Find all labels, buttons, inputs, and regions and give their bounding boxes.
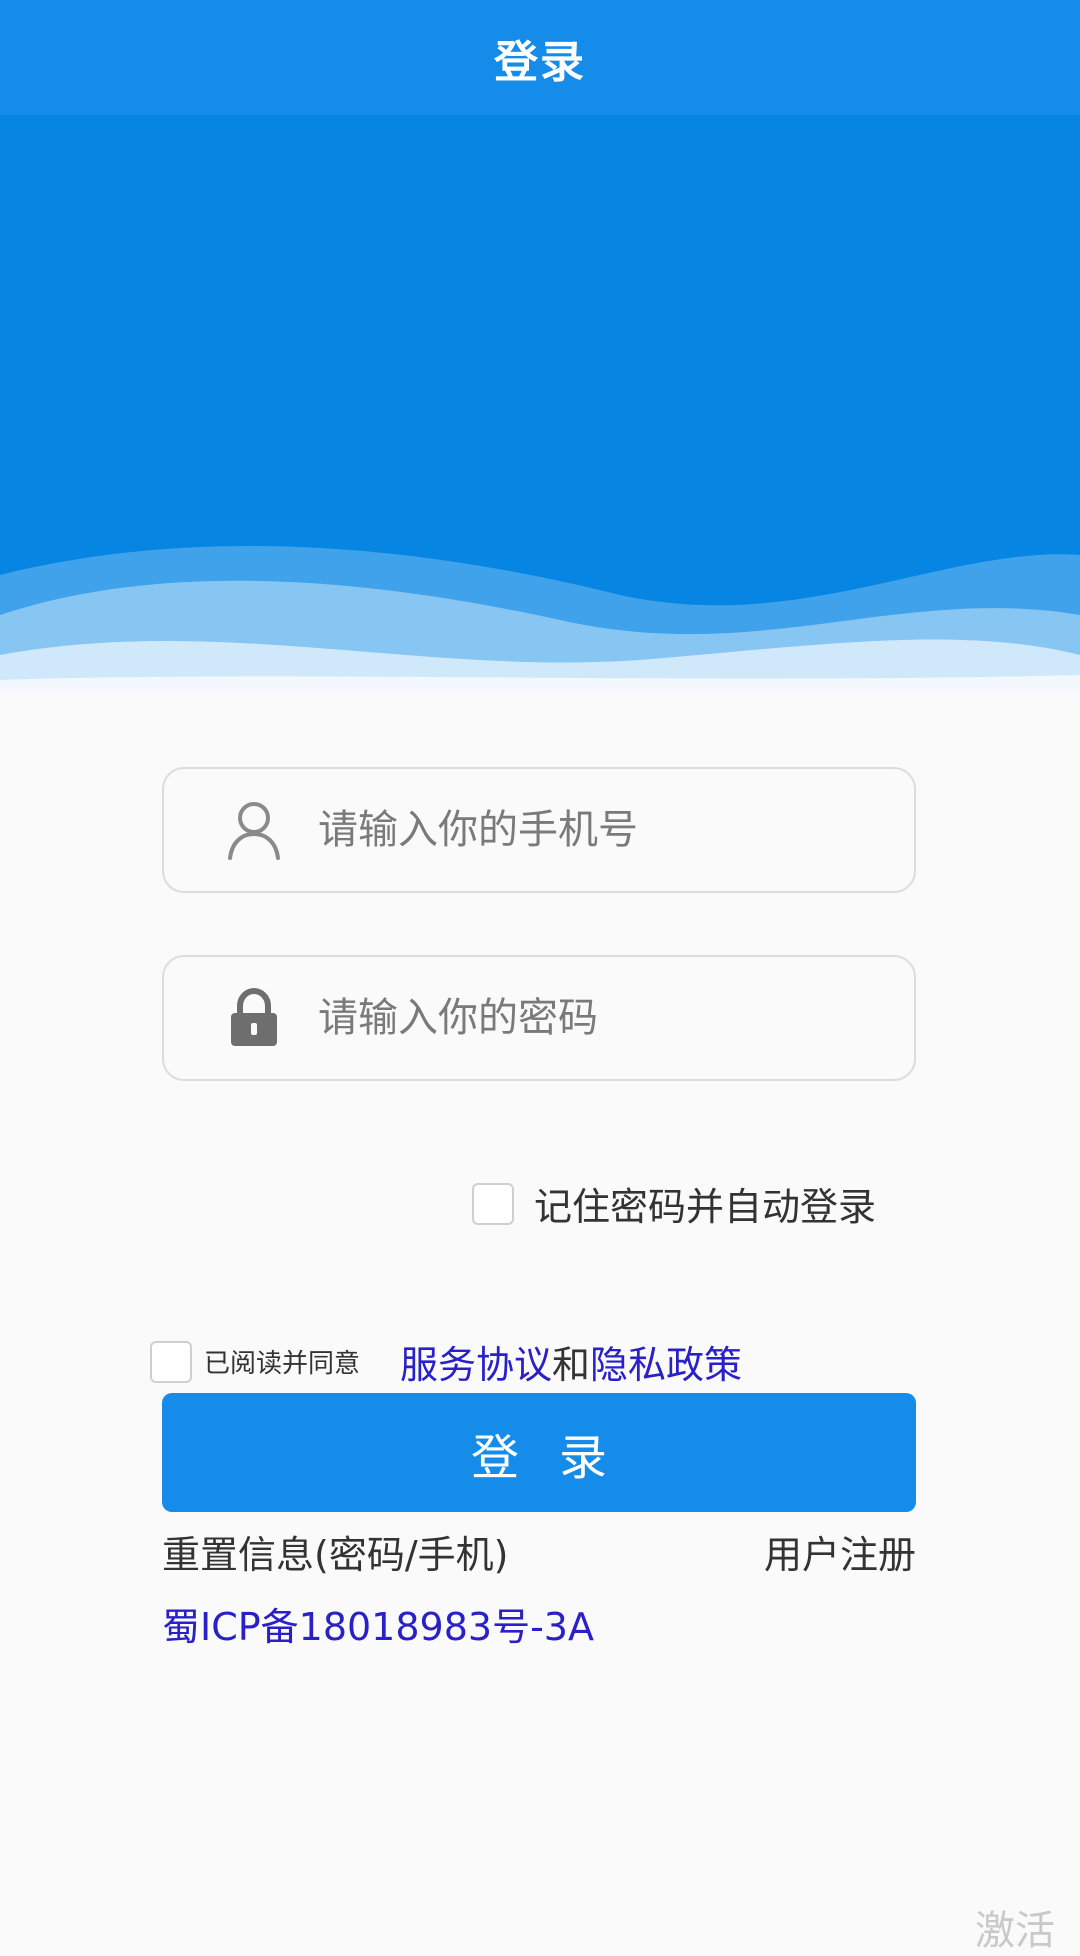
remember-row: 记住密码并自动登录 bbox=[472, 1176, 876, 1231]
agree-checkbox[interactable] bbox=[150, 1340, 192, 1383]
password-field[interactable] bbox=[162, 955, 916, 1081]
lock-icon bbox=[224, 988, 284, 1048]
app-header: 登录 bbox=[0, 0, 1080, 115]
page-title: 登录 bbox=[494, 36, 586, 88]
wave-banner bbox=[0, 115, 1080, 690]
user-icon bbox=[224, 800, 284, 860]
and-text: 和 bbox=[552, 1343, 591, 1387]
agreement-row: 已阅读并同意 服务协议 和 隐私政策 bbox=[150, 1334, 742, 1389]
wave-decoration bbox=[0, 115, 1080, 690]
password-input[interactable] bbox=[316, 994, 914, 1042]
remember-checkbox[interactable] bbox=[472, 1182, 514, 1225]
phone-input[interactable] bbox=[316, 806, 914, 854]
icp-link[interactable]: 蜀ICP备18018983号-3A bbox=[162, 1596, 594, 1651]
service-agreement-link[interactable]: 服务协议 bbox=[400, 1334, 552, 1389]
remember-label[interactable]: 记住密码并自动登录 bbox=[534, 1176, 876, 1231]
phone-field[interactable] bbox=[162, 767, 916, 893]
privacy-policy-link[interactable]: 隐私政策 bbox=[590, 1334, 742, 1389]
reset-info-link[interactable]: 重置信息(密码/手机) bbox=[162, 1524, 508, 1579]
login-button[interactable]: 登录 bbox=[162, 1393, 916, 1512]
register-link[interactable]: 用户注册 bbox=[764, 1524, 916, 1579]
activation-watermark: 激活 bbox=[975, 1908, 1055, 1954]
agree-label: 已阅读并同意 bbox=[204, 1349, 361, 1379]
